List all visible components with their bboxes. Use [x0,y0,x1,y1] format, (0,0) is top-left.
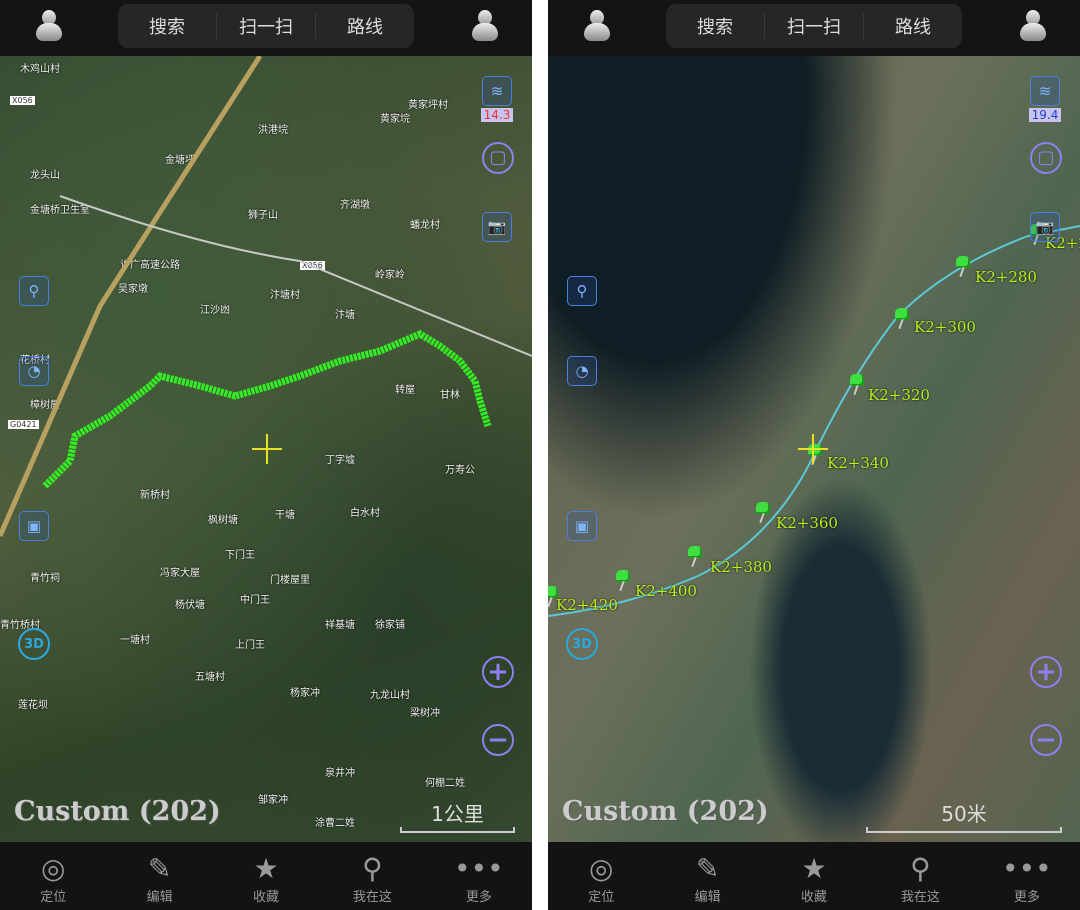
nav-location-pin[interactable]: ⚲ 我在这 [867,842,973,910]
nav-star[interactable]: ★ 收藏 [213,842,319,910]
3d-toggle[interactable]: 3D [566,628,598,660]
top-segment: 搜索 扫一扫 路线 [118,4,414,48]
right-phone-screen: 搜索 扫一扫 路线 K2+260K2+280K2+300K2+320K2+340… [548,0,1080,910]
camera-button[interactable]: 📷 [1030,212,1060,242]
zoom-in-button[interactable]: + [1030,656,1062,688]
map-center-crosshair [252,434,282,464]
user-home-icon[interactable] [1020,10,1046,42]
zoom-in-button[interactable]: + [482,656,514,688]
bottom-nav: ◎ 定位 ✎ 编辑 ★ 收藏 ⚲ 我在这 ••• 更多 [0,842,532,910]
map-source-label: Custom (202) [562,796,769,827]
layers-button[interactable]: ≋ [482,76,512,106]
scale-label: 50米 [941,802,987,826]
user-home-icon[interactable] [472,10,498,42]
station-label: K2+360 [776,514,838,532]
more-icon: ••• [454,852,504,885]
station-label: K2+320 [868,386,930,404]
satellite-signal-button[interactable]: ◔ [19,356,49,386]
nav-more[interactable]: ••• 更多 [426,842,532,910]
zoom-level: 14.3 [481,108,513,122]
tool-button[interactable]: ▣ [19,511,49,541]
station-pin-icon[interactable] [756,502,770,524]
scale-bar: 1公里 [400,798,515,833]
nav-crosshair[interactable]: ◎ 定位 [548,842,654,910]
scale-label: 1公里 [431,802,484,826]
bottom-nav: ◎ 定位 ✎ 编辑 ★ 收藏 ⚲ 我在这 ••• 更多 [548,842,1080,910]
station-pin-icon[interactable] [895,308,909,330]
tool-button[interactable]: ▣ [567,511,597,541]
nav-location-pin[interactable]: ⚲ 我在这 [319,842,425,910]
map-source-label: Custom (202) [14,796,221,827]
3d-toggle[interactable]: 3D [18,628,50,660]
station-label: K2+340 [827,454,889,472]
square-select-button[interactable]: ▢ [482,142,514,174]
satellite-map[interactable]: K2+260K2+280K2+300K2+320K2+340K2+360K2+3… [548,56,1080,842]
zoom-level: 19.4 [1029,108,1061,122]
location-pin-icon: ⚲ [910,852,931,885]
user-icon[interactable] [584,10,610,42]
star-icon: ★ [801,852,827,885]
top-segment: 搜索 扫一扫 路线 [666,4,962,48]
nav-more[interactable]: ••• 更多 [974,842,1080,910]
map-center-crosshair [798,434,828,464]
road [59,195,532,357]
pencil-icon: ✎ [695,852,720,885]
nav-pencil[interactable]: ✎ 编辑 [654,842,760,910]
location-pin-icon: ⚲ [362,852,383,885]
station-label: K2+280 [975,268,1037,286]
satellite-signal-button[interactable]: ◔ [567,356,597,386]
nav-crosshair[interactable]: ◎ 定位 [0,842,106,910]
station-pin-icon[interactable] [956,256,970,278]
scan-tab[interactable]: 扫一扫 [217,13,316,39]
nav-pencil[interactable]: ✎ 编辑 [106,842,212,910]
zoom-out-button[interactable]: − [482,724,514,756]
more-icon: ••• [1002,852,1052,885]
station-pin-icon[interactable] [688,546,702,568]
zoom-out-button[interactable]: − [1030,724,1062,756]
station-label: K2+380 [710,558,772,576]
station-pin-icon[interactable] [616,570,630,592]
station-label: K2+400 [635,582,697,600]
crosshair-icon: ◎ [40,852,66,885]
satellite-map[interactable]: 木鸡山村 黄家坪村 黄家垸 洪港垸 金塘坪 龙头山 金塘桥卫生室 许广高速公路 齐湖墩 狮子山 蟠龙… [0,56,532,842]
crosshair-icon: ◎ [588,852,614,885]
top-bar: 搜索 扫一扫 路线 [548,0,1080,56]
search-tab[interactable]: 搜索 [666,13,765,39]
scan-tab[interactable]: 扫一扫 [765,13,864,39]
pencil-icon: ✎ [147,852,172,885]
star-icon: ★ [253,852,279,885]
station-pin-icon[interactable] [850,374,864,396]
station-label: K2+300 [914,318,976,336]
route-tab[interactable]: 路线 [864,13,962,39]
user-icon[interactable] [36,10,62,42]
layers-button[interactable]: ≋ [1030,76,1060,106]
camera-button[interactable]: 📷 [482,212,512,242]
station-label: K2+420 [556,596,618,614]
top-bar: 搜索 扫一扫 路线 [0,0,532,56]
location-marker-button[interactable]: ⚲ [567,276,597,306]
left-phone-screen: 搜索 扫一扫 路线 木鸡山村 黄家坪村 黄家垸 洪港垸 金塘坪 龙头山 金塘桥卫生室 许广高速… [0,0,532,910]
scale-bar: 50米 [866,798,1062,833]
location-marker-button[interactable]: ⚲ [19,276,49,306]
nav-star[interactable]: ★ 收藏 [761,842,867,910]
search-tab[interactable]: 搜索 [118,13,217,39]
square-select-button[interactable]: ▢ [1030,142,1062,174]
route-tab[interactable]: 路线 [316,13,414,39]
